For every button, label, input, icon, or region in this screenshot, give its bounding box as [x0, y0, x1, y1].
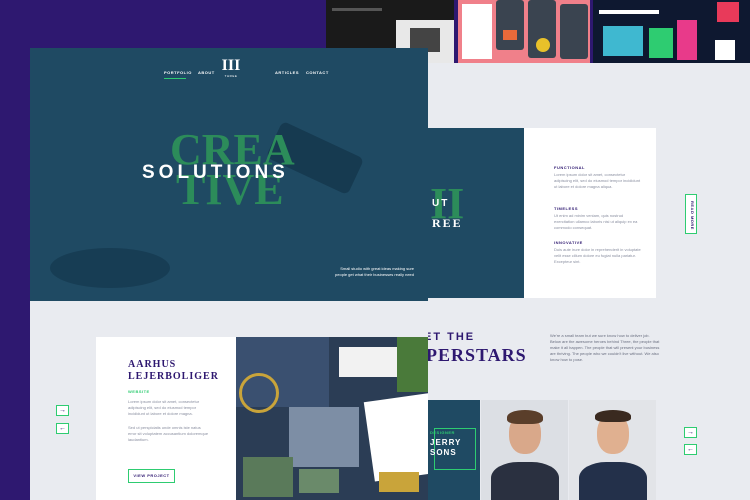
nav-portfolio[interactable]: PORTFOLIO [164, 70, 192, 75]
about-item-body: Duis aute irure dolor in reprehenderit i… [554, 247, 641, 264]
about-item-3: INNOVATIVE Duis aute irure dolor in repr… [554, 240, 644, 265]
thumb-block [715, 40, 735, 60]
view-project-button[interactable]: VIEW PROJECT [128, 469, 175, 483]
nav-active-underline [164, 78, 186, 79]
team-intro: We're a small team but we sure know how … [550, 333, 660, 362]
team-next-arrow[interactable]: → [684, 427, 697, 438]
about-heading-line1: UT [432, 198, 450, 209]
hair [507, 410, 543, 424]
shirt [579, 462, 647, 500]
nav-contact[interactable]: CONTACT [306, 70, 329, 75]
team-member-name: JERRY [430, 438, 462, 447]
mock-panel [339, 347, 399, 377]
team-member-role: DESIGNER [430, 430, 455, 435]
thumb-block [677, 20, 697, 60]
project-card: AARHUS LEJERBOLIGER WEBSITE Lorem ipsum … [96, 337, 236, 500]
mock-plant [397, 337, 428, 392]
about-item-title: FUNCTIONAL [554, 165, 585, 170]
logo[interactable]: III THREE [220, 57, 242, 79]
mock-building [289, 407, 359, 467]
thumb-card [496, 0, 524, 50]
mock-gold-ring [239, 373, 279, 413]
about-item-1: FUNCTIONAL Lorem ipsum dolor sit amet, c… [554, 165, 644, 190]
team-member-card-featured[interactable]: DESIGNER JERRY SONS [428, 400, 480, 500]
thumb-badge [503, 30, 517, 40]
team-heading-line2: PERSTARS [426, 345, 527, 365]
mock-accent [379, 472, 419, 492]
project-next-arrow[interactable]: → [56, 405, 69, 416]
thumb-card [560, 4, 588, 59]
hero-tagline: Small studio with great ideas making sur… [335, 266, 414, 277]
about-hero-strip: II UT REE [428, 128, 524, 298]
thumb-block [649, 28, 673, 58]
portfolio-thumbnail-cards[interactable] [458, 0, 590, 63]
team-member-photo[interactable] [569, 400, 656, 500]
thumb-card [462, 4, 492, 59]
team-prev-arrow[interactable]: ← [684, 444, 697, 455]
about-heading-line2: REE [432, 216, 463, 230]
project-category: WEBSITE [128, 389, 150, 394]
mock-card [363, 392, 428, 482]
project-title-line1: AARHUS [128, 359, 177, 370]
nav-articles[interactable]: ARTICLES [275, 70, 299, 75]
about-item-2: TIMELESS Ut enim ad minim veniam, quis n… [554, 206, 644, 231]
about-item-body: Ut enim ad minim veniam, quis nostrud ex… [554, 213, 638, 230]
thumb-line [332, 8, 382, 11]
read-more-label: READ MORE [690, 201, 695, 230]
about-page: II UT REE FUNCTIONAL Lorem ipsum dolor s… [424, 63, 750, 500]
read-more-button[interactable]: READ MORE [685, 194, 697, 234]
about-item-body: Lorem ipsum dolor sit amet, consectetur … [554, 172, 641, 189]
thumb-title [599, 10, 659, 14]
hero-bg-shape [50, 248, 170, 288]
project-description: Lorem ipsum dolor sit amet, consectetur … [128, 399, 200, 416]
thumb-circle [536, 38, 550, 52]
thumb-block [603, 26, 643, 56]
project-description-2: Sed ut perspiciatis unde omnis iste natu… [128, 425, 209, 442]
thumb-block [717, 2, 739, 22]
logo-mark: III [221, 57, 241, 74]
about-item-title: INNOVATIVE [554, 240, 583, 245]
about-card: FUNCTIONAL Lorem ipsum dolor sit amet, c… [524, 128, 656, 298]
nav-about[interactable]: ABOUT [198, 70, 215, 75]
team-heading-line1: ET THE [424, 331, 476, 343]
mock-landscape [299, 469, 339, 493]
shirt [491, 462, 559, 500]
about-item-title: TIMELESS [554, 206, 579, 211]
project-title-line2: LEJERBOLIGER [128, 371, 219, 382]
team-member-photo[interactable] [481, 400, 568, 500]
team-member-name-2: SONS [430, 448, 457, 457]
mock-landscape [243, 457, 293, 497]
project-prev-arrow[interactable]: ← [56, 423, 69, 434]
hero-section: PORTFOLIO ABOUT ARTICLES CONTACT III THR… [30, 48, 428, 301]
home-page: PORTFOLIO ABOUT ARTICLES CONTACT III THR… [30, 48, 428, 500]
hair [595, 410, 631, 422]
view-project-label: VIEW PROJECT [133, 473, 170, 478]
portfolio-thumbnail-dashboard[interactable] [593, 0, 750, 63]
hero-headline: SOLUTIONS [142, 162, 289, 183]
logo-text: THREE [224, 74, 238, 78]
project-screenshot[interactable] [229, 337, 428, 500]
